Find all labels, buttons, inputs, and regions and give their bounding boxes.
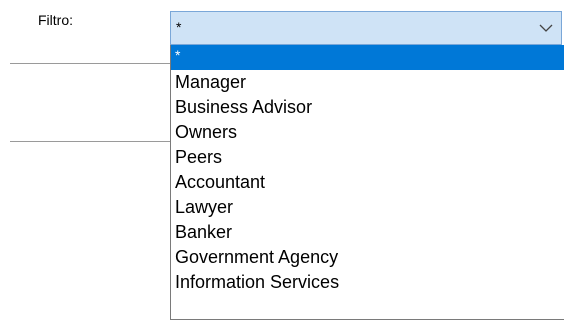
dropdown-option[interactable]: Peers: [171, 145, 564, 170]
filter-select-value: *: [176, 19, 182, 35]
dropdown-option[interactable]: Manager: [171, 70, 564, 95]
dropdown-option[interactable]: Accountant: [171, 170, 564, 195]
chevron-down-icon[interactable]: [539, 22, 553, 34]
divider: [10, 63, 174, 64]
dropdown-option[interactable]: Owners: [171, 120, 564, 145]
filter-dropdown-list: * Manager Business Advisor Owners Peers Accou…: [170, 45, 564, 320]
dropdown-option[interactable]: Information Services: [171, 270, 564, 295]
filter-label: Filtro:: [38, 12, 73, 28]
divider: [10, 141, 174, 142]
dropdown-option[interactable]: Banker: [171, 220, 564, 245]
filter-panel: Filtro: * * Manager Business Advisor Owners…: [0, 0, 564, 326]
dropdown-option[interactable]: Lawyer: [171, 195, 564, 220]
dropdown-option[interactable]: Government Agency: [171, 245, 564, 270]
filter-select[interactable]: *: [170, 11, 562, 45]
dropdown-option[interactable]: Business Advisor: [171, 95, 564, 120]
dropdown-option[interactable]: *: [171, 45, 564, 70]
